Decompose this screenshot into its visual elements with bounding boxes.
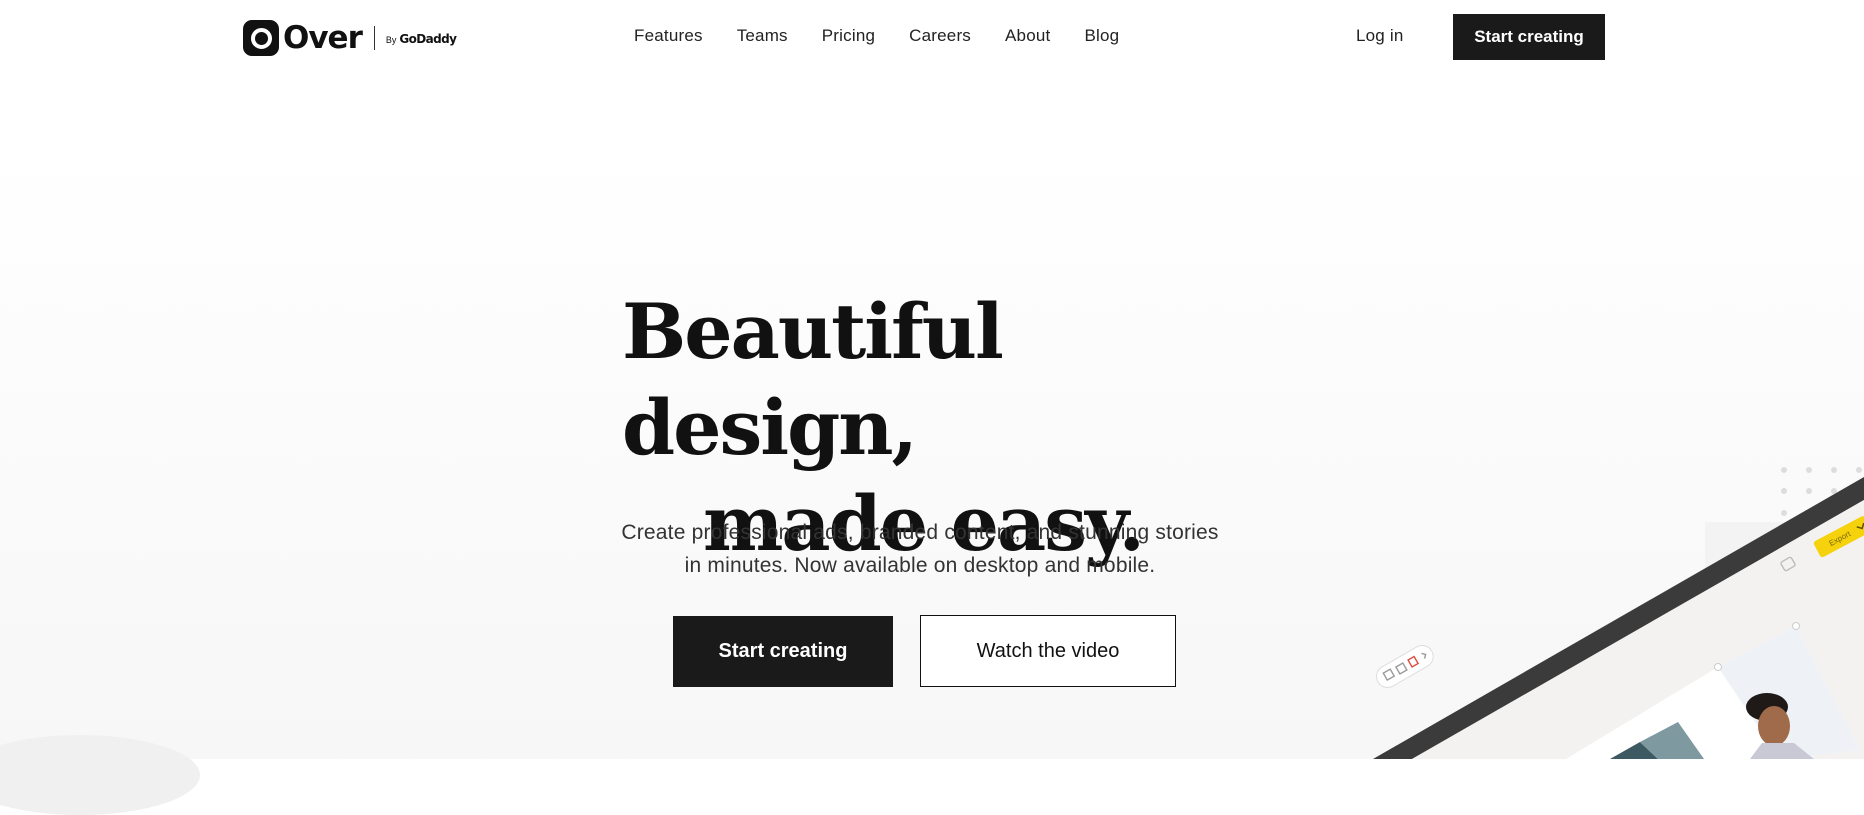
decorative-blob (0, 735, 200, 815)
logo-by-text: By (385, 34, 397, 45)
hero-subtitle: Create professional ads, branded content… (560, 516, 1280, 582)
nav-link-blog[interactable]: Blog (1084, 26, 1119, 46)
nav-start-creating-button[interactable]: Start creating (1453, 14, 1605, 60)
subtitle-line-2: in minutes. Now available on desktop and… (684, 554, 1156, 577)
over-logo[interactable]: Over By GoDaddy (243, 19, 457, 57)
subtitle-line-1: Create professional ads, branded content… (621, 521, 1219, 544)
nav-link-careers[interactable]: Careers (909, 26, 971, 46)
nav-link-teams[interactable]: Teams (737, 26, 788, 46)
login-link[interactable]: Log in (1356, 26, 1404, 46)
nav-link-about[interactable]: About (1005, 26, 1050, 46)
top-navigation: Over By GoDaddy Features Teams Pricing C… (0, 0, 1864, 76)
logo-wordmark: Over (283, 20, 363, 56)
hero-start-creating-button[interactable]: Start creating (673, 616, 893, 687)
editor-preview-device: Export (1373, 477, 1864, 759)
logo-divider (373, 26, 375, 50)
watch-video-button[interactable]: Watch the video (920, 615, 1176, 687)
headline-line-1: Beautiful design, (622, 287, 1004, 472)
nav-link-features[interactable]: Features (634, 26, 703, 46)
nav-link-pricing[interactable]: Pricing (822, 26, 875, 46)
godaddy-wordmark: GoDaddy (399, 31, 457, 46)
over-logo-icon (243, 20, 279, 56)
main-menu: Features Teams Pricing Careers About Blo… (634, 26, 1153, 46)
